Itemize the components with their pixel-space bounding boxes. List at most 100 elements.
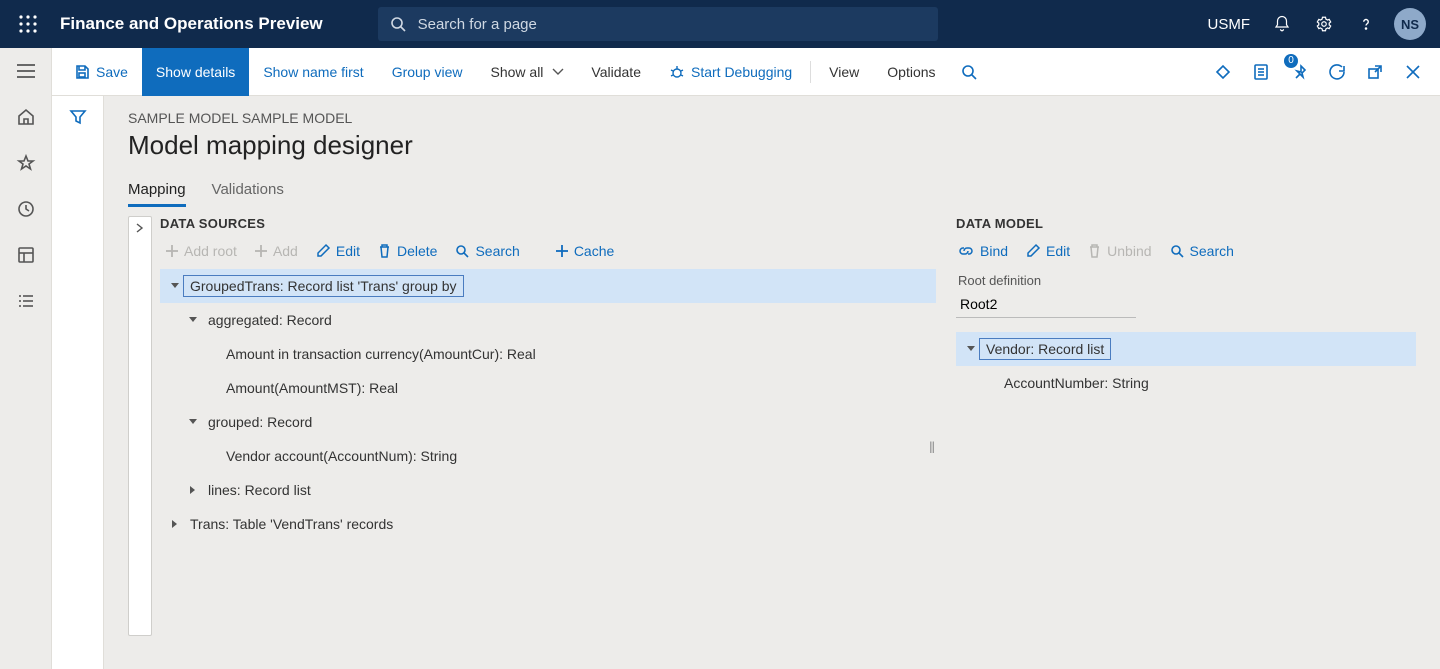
start-debugging-button[interactable]: Start Debugging [655, 48, 806, 96]
search-icon [1170, 244, 1184, 258]
help-icon[interactable] [1346, 0, 1386, 48]
tree-node[interactable]: Trans: Table 'VendTrans' records [160, 507, 936, 541]
group-view-button[interactable]: Group view [378, 48, 477, 96]
search-placeholder: Search for a page [418, 16, 537, 33]
breadcrumb: SAMPLE MODEL SAMPLE MODEL [128, 110, 1416, 126]
close-icon[interactable] [1394, 48, 1432, 96]
link-icon [958, 245, 974, 257]
home-icon[interactable] [0, 94, 52, 140]
chevron-down-icon [553, 69, 563, 75]
search-button[interactable]: Search [455, 243, 519, 259]
attach-icon[interactable] [1204, 48, 1242, 96]
tree-label: AccountNumber: String [998, 373, 1155, 393]
filter-pane-toggle[interactable] [52, 96, 104, 669]
edit-button[interactable]: Edit [316, 243, 360, 259]
popout-icon[interactable] [1356, 48, 1394, 96]
action-search-icon[interactable] [950, 48, 988, 96]
tree-node[interactable]: grouped: Record [160, 405, 936, 439]
show-all-label: Show all [491, 64, 544, 80]
tree-label: Vendor: Record list [980, 339, 1110, 359]
options-label: Options [887, 64, 935, 80]
app-title: Finance and Operations Preview [60, 14, 323, 34]
view-menu[interactable]: View [815, 48, 873, 96]
app-launcher-icon[interactable] [8, 0, 48, 48]
tree-node[interactable]: Vendor account(AccountNum): String [160, 439, 936, 473]
company-picker[interactable]: USMF [1198, 16, 1261, 33]
tree-label: Amount in transaction currency(AmountCur… [220, 344, 542, 364]
options-menu[interactable]: Options [873, 48, 949, 96]
pencil-icon [1026, 244, 1040, 258]
user-avatar[interactable]: NS [1394, 8, 1426, 40]
top-bar: Finance and Operations Preview Search fo… [0, 0, 1440, 48]
search-icon [455, 244, 469, 258]
unbind-button: Unbind [1088, 243, 1151, 259]
tree-node[interactable]: AccountNumber: String [956, 366, 1416, 400]
show-name-first-label: Show name first [263, 64, 363, 80]
show-name-first-button[interactable]: Show name first [249, 48, 377, 96]
add-root-button: Add root [166, 243, 237, 259]
save-button[interactable]: Save [60, 48, 142, 96]
modules-icon[interactable] [0, 278, 52, 324]
separator [810, 61, 811, 83]
show-all-dropdown[interactable]: Show all [477, 48, 578, 96]
group-view-label: Group view [392, 64, 463, 80]
tree-node[interactable]: Amount(AmountMST): Real [160, 371, 936, 405]
search-icon [378, 16, 418, 32]
tab-mapping[interactable]: Mapping [128, 175, 186, 207]
recent-icon[interactable] [0, 186, 52, 232]
refresh-icon[interactable] [1318, 48, 1356, 96]
splitter-handle[interactable]: ‖ [928, 436, 936, 462]
validate-button[interactable]: Validate [577, 48, 655, 96]
delete-button[interactable]: Delete [378, 243, 437, 259]
nav-rail [0, 48, 52, 669]
workspaces-icon[interactable] [0, 232, 52, 278]
view-label: View [829, 64, 859, 80]
root-definition-input[interactable] [956, 290, 1136, 318]
collapse-icon[interactable] [166, 277, 184, 295]
debug-icon [669, 64, 685, 80]
start-debugging-label: Start Debugging [691, 64, 792, 80]
dm-edit-button[interactable]: Edit [1026, 243, 1070, 259]
datasource-types-expander[interactable] [128, 216, 152, 636]
tree-label: Amount(AmountMST): Real [220, 378, 404, 398]
favorites-icon[interactable] [0, 140, 52, 186]
tree-node[interactable]: Amount in transaction currency(AmountCur… [160, 337, 936, 371]
collapse-icon[interactable] [184, 311, 202, 329]
cache-button[interactable]: Cache [556, 243, 614, 259]
notifications-icon[interactable] [1262, 0, 1302, 48]
dm-search-button[interactable]: Search [1170, 243, 1234, 259]
settings-icon[interactable] [1304, 0, 1344, 48]
tree-label: lines: Record list [202, 480, 317, 500]
datasources-tree: GroupedTrans: Record list 'Trans' group … [160, 269, 936, 541]
tree-node[interactable]: Vendor: Record list [956, 332, 1416, 366]
pin-icon[interactable]: 0 [1280, 48, 1318, 96]
page-title: Model mapping designer [128, 130, 1416, 161]
hamburger-icon[interactable] [0, 48, 52, 94]
datasources-title: DATA SOURCES [160, 216, 936, 231]
bind-button[interactable]: Bind [958, 243, 1008, 259]
tree-label: Trans: Table 'VendTrans' records [184, 514, 399, 534]
validate-label: Validate [591, 64, 641, 80]
office-icon[interactable] [1242, 48, 1280, 96]
expand-icon[interactable] [166, 515, 184, 533]
tab-validations[interactable]: Validations [212, 175, 284, 207]
pencil-icon [316, 244, 330, 258]
tree-node[interactable]: aggregated: Record [160, 303, 936, 337]
tree-label: aggregated: Record [202, 310, 338, 330]
badge-count: 0 [1284, 54, 1298, 68]
collapse-icon[interactable] [962, 340, 980, 358]
save-label: Save [96, 64, 128, 80]
tree-node[interactable]: lines: Record list [160, 473, 936, 507]
expand-icon[interactable] [184, 481, 202, 499]
filter-icon [69, 108, 87, 126]
datamodel-tree: Vendor: Record list AccountNumber: Strin… [956, 332, 1416, 400]
collapse-icon[interactable] [184, 413, 202, 431]
root-definition-label: Root definition [958, 273, 1416, 288]
tree-label: grouped: Record [202, 412, 318, 432]
trash-icon [1088, 244, 1101, 258]
show-details-button[interactable]: Show details [142, 48, 249, 96]
action-bar: Save Show details Show name first Group … [52, 48, 1440, 96]
global-search[interactable]: Search for a page [378, 7, 938, 41]
tree-node[interactable]: GroupedTrans: Record list 'Trans' group … [160, 269, 936, 303]
trash-icon [378, 244, 391, 258]
